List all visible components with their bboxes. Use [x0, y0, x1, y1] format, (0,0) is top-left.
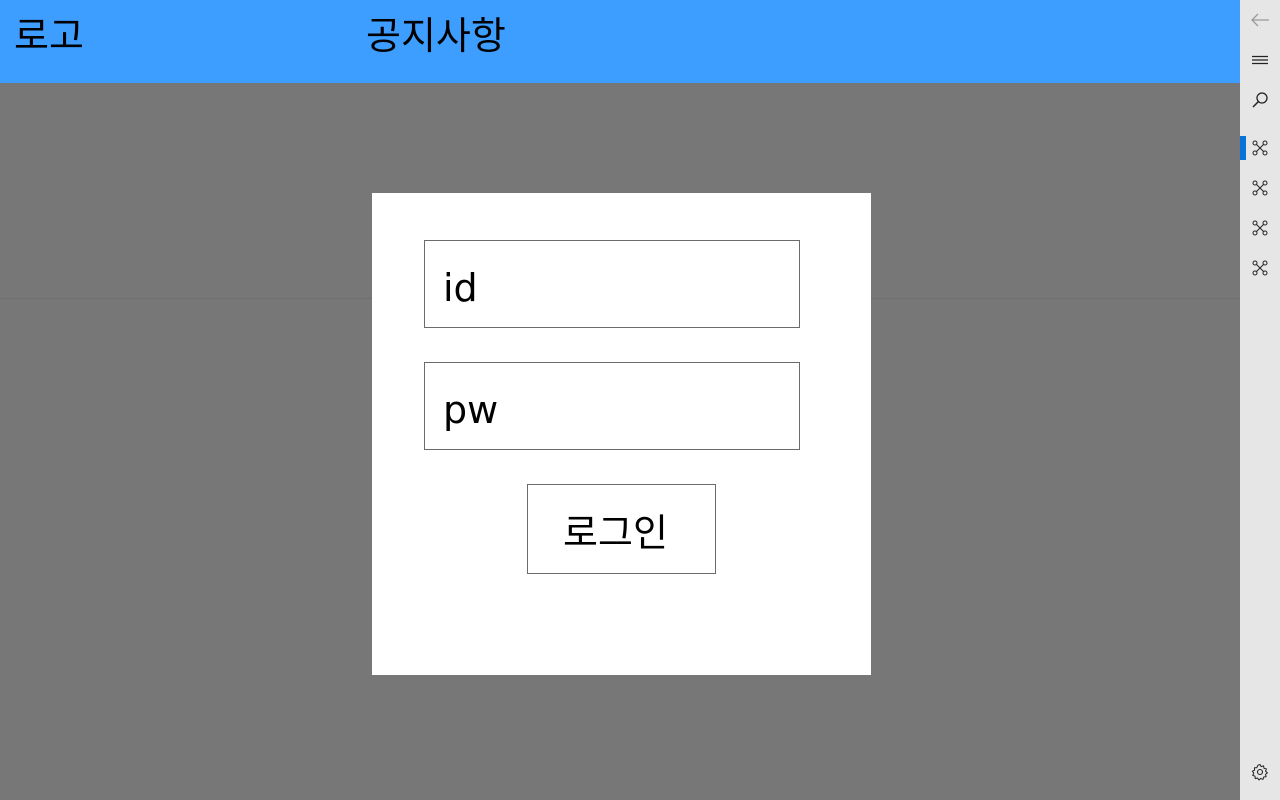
nav-rail	[1240, 0, 1280, 800]
back-arrow-icon	[1251, 13, 1269, 27]
node-graph-icon	[1252, 220, 1268, 236]
nav-item-1[interactable]	[1240, 128, 1280, 168]
nav-item-2[interactable]	[1240, 168, 1280, 208]
login-dialog: 로그인	[372, 193, 871, 675]
logo[interactable]: 로고	[14, 12, 84, 60]
search-button[interactable]	[1240, 80, 1280, 120]
node-graph-icon	[1252, 260, 1268, 276]
login-button[interactable]: 로그인	[527, 484, 716, 574]
pw-field-container	[424, 362, 800, 450]
id-input[interactable]	[425, 241, 799, 327]
pw-input[interactable]	[425, 363, 799, 449]
app-window: 로고 공지사항 로그인	[0, 0, 1280, 800]
menu-button[interactable]	[1240, 40, 1280, 80]
hamburger-menu-icon	[1252, 55, 1268, 65]
back-button[interactable]	[1240, 0, 1280, 40]
search-icon	[1252, 92, 1268, 108]
gear-icon	[1251, 764, 1268, 781]
header-bar: 로고 공지사항	[0, 0, 1240, 83]
settings-button[interactable]	[1240, 752, 1280, 792]
nav-notice-link[interactable]: 공지사항	[366, 12, 506, 60]
node-graph-icon	[1252, 180, 1268, 196]
nav-item-3[interactable]	[1240, 208, 1280, 248]
nav-item-4[interactable]	[1240, 248, 1280, 288]
node-graph-icon	[1252, 140, 1268, 156]
id-field-container	[424, 240, 800, 328]
